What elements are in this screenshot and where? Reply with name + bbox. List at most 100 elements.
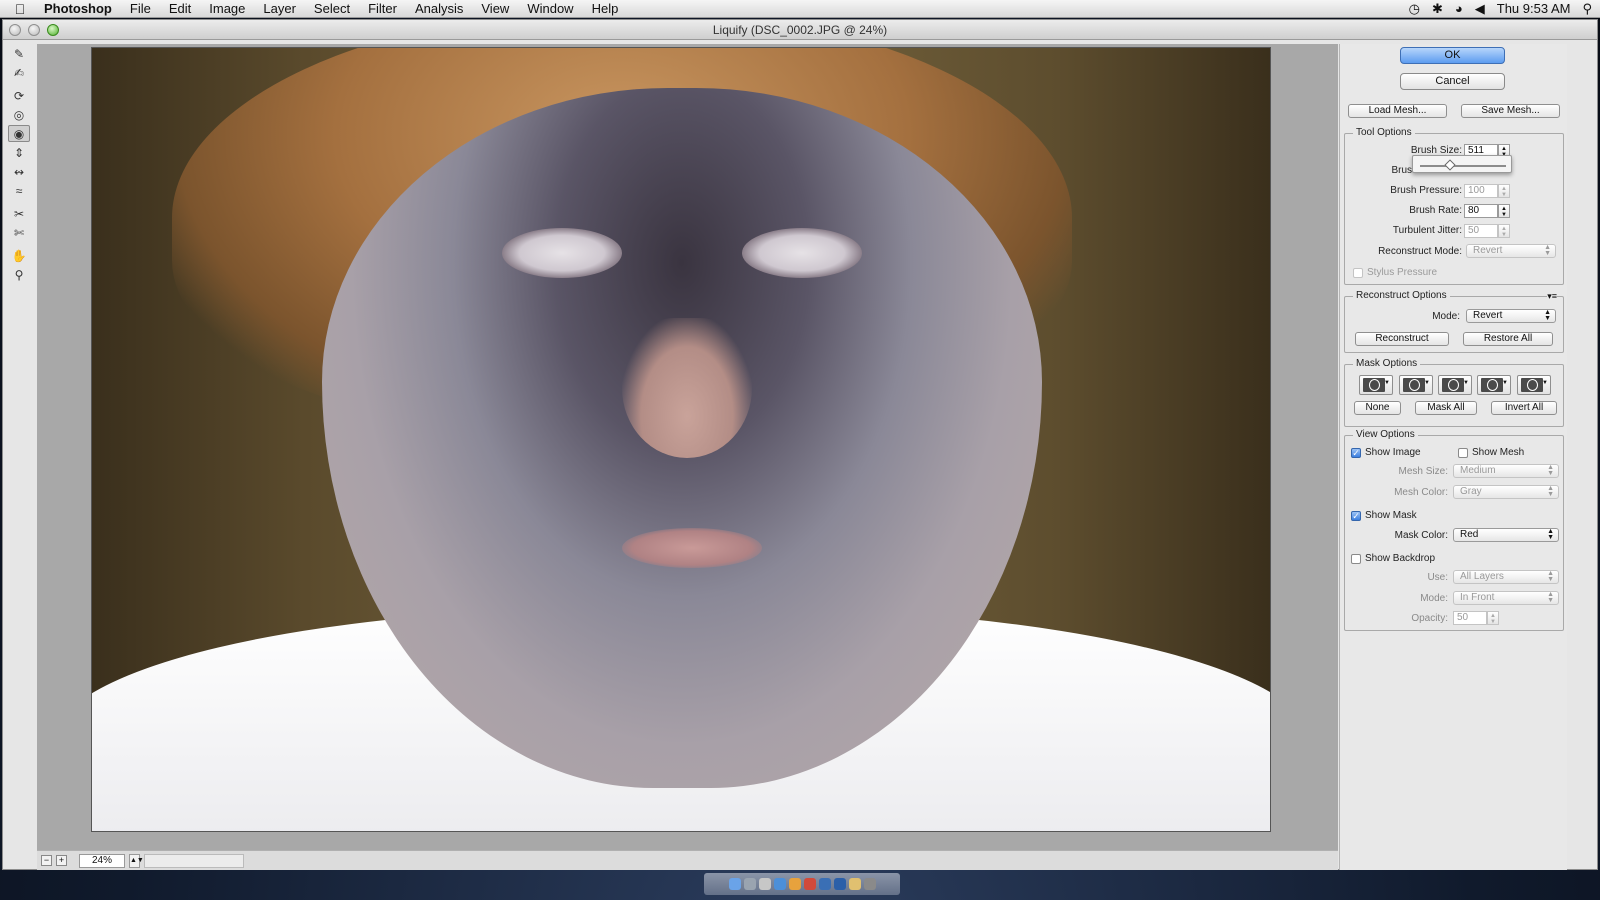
backdrop-opacity-field[interactable]: 50 (1453, 611, 1487, 625)
cancel-button[interactable]: Cancel (1400, 73, 1505, 90)
mask-subtract-icon (1442, 378, 1464, 392)
menu-help[interactable]: Help (583, 0, 628, 18)
menu-image[interactable]: Image (200, 0, 254, 18)
mask-subtract-selection-button[interactable]: ▼ (1438, 375, 1472, 395)
status-info-field (144, 853, 244, 868)
menu-filter[interactable]: Filter (359, 0, 406, 18)
view-options-group: View Options ✓ Show Image Show Mesh Mesh… (1344, 429, 1564, 631)
finder-icon[interactable] (728, 878, 741, 890)
load-mesh-button[interactable]: Load Mesh... (1348, 104, 1447, 118)
view-options-title: View Options (1353, 429, 1418, 440)
mask-color-select[interactable]: Red ▲ ▼ (1453, 528, 1559, 542)
backdrop-mode-select[interactable]: In Front ▲ ▼ (1453, 591, 1559, 605)
show-mask-checkbox[interactable]: ✓ (1351, 511, 1361, 521)
zoom-in-button[interactable]: + (56, 855, 67, 866)
menu-view[interactable]: View (472, 0, 518, 18)
mask-intersect-selection-button[interactable]: ▼ (1477, 375, 1511, 395)
menu-window[interactable]: Window (518, 0, 582, 18)
forward-warp-icon[interactable]: ✎ (8, 45, 30, 62)
brush-density-label: Brus (1391, 165, 1412, 176)
push-left-icon[interactable]: ⇕ (8, 144, 30, 161)
brush-rate-stepper[interactable]: ▲ ▼ (1498, 204, 1510, 218)
mesh-size-select[interactable]: Medium ▲ ▼ (1453, 464, 1559, 478)
reconstruct-button[interactable]: Reconstruct (1355, 332, 1449, 346)
mask-replace-selection-button[interactable]: ▼ (1359, 375, 1393, 395)
apple-menu-icon[interactable]:  (0, 1, 40, 17)
mask-color-value: Red (1460, 529, 1479, 540)
brush-slider-thumb[interactable] (1444, 159, 1456, 171)
calendar-icon[interactable] (803, 878, 816, 890)
mirror-icon[interactable]: ↭ (8, 163, 30, 180)
stylus-pressure-label: Stylus Pressure (1367, 267, 1438, 278)
restore-all-button[interactable]: Restore All (1463, 332, 1553, 346)
mesh-color-value: Gray (1460, 486, 1482, 497)
turbulent-jitter-field[interactable]: 50 (1464, 224, 1498, 238)
panel-menu-icon[interactable]: ▾≡ (1547, 291, 1557, 302)
twirl-clockwise-icon[interactable]: ⟳ (8, 87, 30, 104)
backdrop-use-value: All Layers (1460, 571, 1504, 582)
zoom-level-stepper[interactable]: ▲▼ (129, 853, 144, 868)
reconstruct-icon[interactable]: ✍ (8, 64, 30, 81)
spotlight-search-icon[interactable]: ⚲ (1582, 1, 1592, 17)
brush-slider-track[interactable] (1420, 165, 1506, 167)
menu-layer[interactable]: Layer (254, 0, 305, 18)
show-image-checkbox[interactable]: ✓ (1351, 448, 1361, 458)
turbulence-icon[interactable]: ≈ (8, 182, 30, 199)
ok-button[interactable]: OK (1400, 47, 1505, 64)
photoshop-icon[interactable] (818, 878, 831, 890)
show-backdrop-checkbox[interactable] (1351, 554, 1361, 564)
trash-icon[interactable] (863, 878, 876, 890)
liquify-window: Liquify (DSC_0002.JPG @ 24%) ✎ ✍ ⟳ ◎ ◉ ⇕… (2, 19, 1598, 870)
preview-photo[interactable] (91, 47, 1271, 832)
mask-invert-selection-button[interactable]: ▼ (1517, 375, 1551, 395)
bloat-icon[interactable]: ◉ (8, 125, 30, 142)
backdrop-mode-label: Mode: (1420, 593, 1448, 604)
photo-left-eye (502, 228, 622, 278)
zoom-icon[interactable]: ⚲ (8, 266, 30, 283)
zoom-level-field[interactable]: 24% (79, 853, 125, 868)
hand-icon[interactable]: ✋ (8, 247, 30, 264)
menu-select[interactable]: Select (305, 0, 359, 18)
mask-all-button[interactable]: Mask All (1415, 401, 1477, 415)
freeze-mask-icon[interactable]: ✂ (8, 205, 30, 222)
menu-analysis[interactable]: Analysis (406, 0, 472, 18)
save-mesh-button[interactable]: Save Mesh... (1461, 104, 1560, 118)
brush-pressure-stepper[interactable]: ▲ ▼ (1498, 184, 1510, 198)
brush-rate-field[interactable]: 80 (1464, 204, 1498, 218)
system-preferences-icon[interactable] (758, 878, 771, 890)
firefox-icon[interactable] (788, 878, 801, 890)
mesh-color-select[interactable]: Gray ▲ ▼ (1453, 485, 1559, 499)
backdrop-use-select[interactable]: All Layers ▲ ▼ (1453, 570, 1559, 584)
invert-all-button[interactable]: Invert All (1491, 401, 1557, 415)
word-icon[interactable] (833, 878, 846, 890)
backdrop-opacity-stepper[interactable]: ▲ ▼ (1487, 611, 1499, 625)
app-menu[interactable]: Photoshop (40, 0, 121, 18)
thaw-mask-icon[interactable]: ✄ (8, 224, 30, 241)
brush-pressure-field[interactable]: 100 (1464, 184, 1498, 198)
mask-invert-icon (1521, 378, 1543, 392)
safari-icon[interactable] (773, 878, 786, 890)
folder-icon[interactable] (848, 878, 861, 890)
time-machine-icon[interactable]: ◷ (1409, 1, 1420, 17)
reconstruct-options-mode-select[interactable]: Revert ▲ ▼ (1466, 309, 1556, 323)
menu-clock[interactable]: Thu 9:53 AM (1497, 1, 1571, 16)
volume-icon[interactable]: ◀ (1475, 1, 1485, 17)
mask-add-selection-button[interactable]: ▼ (1399, 375, 1433, 395)
turbulent-jitter-stepper[interactable]: ▲ ▼ (1498, 224, 1510, 238)
minimize-window-button[interactable] (28, 24, 40, 36)
zoom-out-button[interactable]: − (41, 855, 52, 866)
show-mesh-checkbox[interactable] (1458, 448, 1468, 458)
stylus-pressure-checkbox[interactable] (1353, 268, 1363, 278)
mask-none-button[interactable]: None (1354, 401, 1401, 415)
preview-canvas[interactable] (37, 44, 1338, 850)
brush-rate-label: Brush Rate: (1409, 205, 1462, 216)
dashboard-icon[interactable] (743, 878, 756, 890)
close-window-button[interactable] (9, 24, 21, 36)
menu-edit[interactable]: Edit (160, 0, 200, 18)
menu-file[interactable]: File (121, 0, 160, 18)
bluetooth-icon[interactable]: ✱ (1432, 1, 1443, 17)
zoom-window-button[interactable] (47, 24, 59, 36)
wifi-icon[interactable]: ◕ (1455, 1, 1463, 16)
pucker-icon[interactable]: ◎ (8, 106, 30, 123)
reconstruct-mode-select[interactable]: Revert ▲ ▼ (1466, 244, 1556, 258)
